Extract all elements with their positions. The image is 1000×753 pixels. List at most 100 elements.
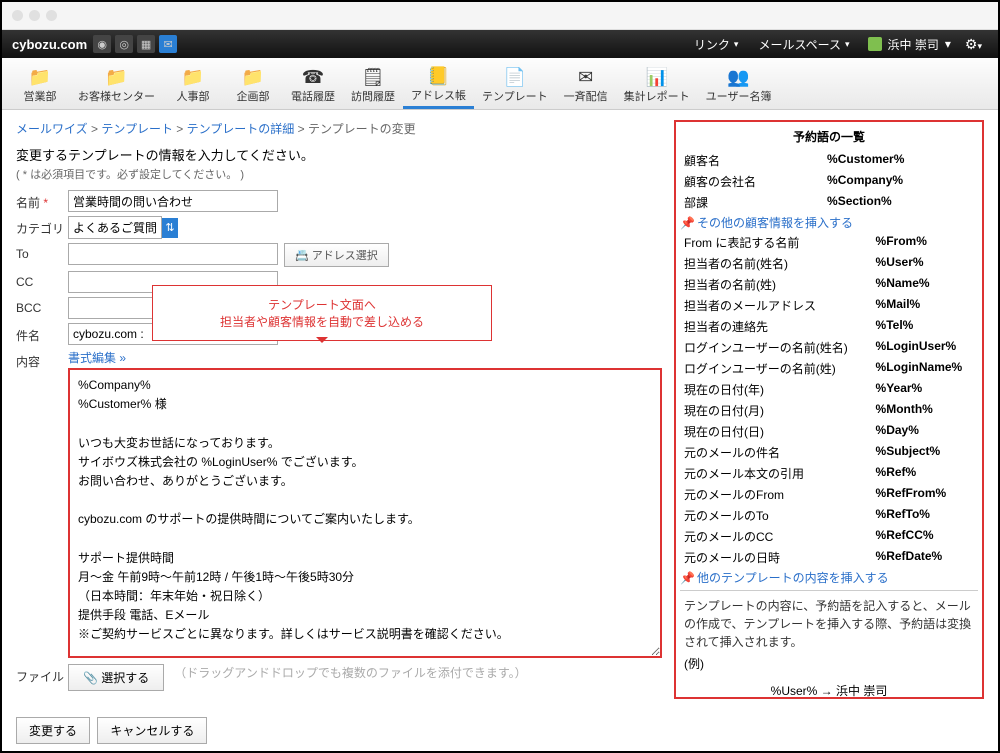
format-edit-link[interactable]: 書式編集 »: [68, 351, 126, 365]
apps-icon[interactable]: ▦: [137, 35, 155, 53]
menu-mailspace[interactable]: メールスペース▾: [748, 36, 859, 53]
reserved-title: 予約語の一覧: [680, 124, 978, 149]
reserved-value: %Customer%: [825, 151, 976, 170]
max-dot[interactable]: [46, 10, 57, 21]
tab-label: 電話履歴: [291, 88, 335, 104]
label-name: 名前 *: [16, 190, 68, 211]
tab-9[interactable]: 📊集計レポート: [616, 62, 698, 109]
required-note: ( * は必須項目です。必ず設定してください。 ): [16, 166, 662, 182]
reserved-row: ログインユーザーの名前(姓)%LoginName%: [682, 359, 976, 378]
reserved-value: %LoginUser%: [874, 338, 976, 357]
label-to: To: [16, 243, 68, 261]
example-label: (例): [680, 651, 978, 676]
tab-label: 営業部: [24, 88, 57, 104]
tab-icon: ✉: [572, 66, 600, 88]
tab-4[interactable]: ☎電話履歴: [283, 62, 343, 109]
user-menu[interactable]: 浜中 崇司 ▾: [860, 36, 959, 53]
mail-icon[interactable]: ✉: [159, 35, 177, 53]
callout-line2: 担当者や顧客情報を自動で差し込める: [167, 313, 477, 330]
reserved-value: %From%: [874, 233, 976, 252]
address-select-button[interactable]: 📇 アドレス選択: [284, 243, 389, 267]
reserved-value: %Year%: [874, 380, 976, 399]
pin-icon: 📌: [680, 216, 695, 230]
select-arrows-icon[interactable]: ⇅: [162, 218, 178, 238]
bc-root[interactable]: メールワイズ: [16, 122, 88, 136]
reserved-key: ログインユーザーの名前(姓): [682, 359, 872, 378]
reserved-key: 現在の日付(年): [682, 380, 872, 399]
tab-3[interactable]: 📁企画部: [223, 62, 283, 109]
reserved-row: 現在の日付(月)%Month%: [682, 401, 976, 420]
reserved-key: 担当者の名前(姓名): [682, 254, 872, 273]
min-dot[interactable]: [29, 10, 40, 21]
reserved-value: %RefCC%: [874, 527, 976, 546]
tab-icon: 📁: [179, 66, 207, 88]
tab-0[interactable]: 📁営業部: [10, 62, 70, 109]
to-input[interactable]: [68, 243, 278, 265]
reserved-key: 顧客名: [682, 151, 823, 170]
tab-icon: 📁: [26, 66, 54, 88]
reserved-value: %Mail%: [874, 296, 976, 315]
reserved-row: From に表記する名前%From%: [682, 233, 976, 252]
gear-icon[interactable]: ⚙▾: [959, 36, 988, 53]
reserved-row: 顧客名%Customer%: [682, 151, 976, 170]
tab-icon: ☎: [299, 66, 327, 88]
reserved-value: %RefFrom%: [874, 485, 976, 504]
tab-icon: 📁: [239, 66, 267, 88]
tab-6[interactable]: 📒アドレス帳: [403, 62, 474, 109]
reserved-row: 現在の日付(年)%Year%: [682, 380, 976, 399]
brand: cybozu.com: [12, 37, 87, 52]
body-textarea[interactable]: %Company% %Customer% 様 いつも大変お世話になっております。…: [68, 368, 662, 658]
name-input[interactable]: [68, 190, 278, 212]
reserved-value: %Company%: [825, 172, 976, 191]
reserved-row: 担当者の連絡先%Tel%: [682, 317, 976, 336]
file-select-button[interactable]: 📎 選択する: [68, 664, 164, 691]
app-window: cybozu.com ◉ ◎ ▦ ✉ リンク▾ メールスペース▾ 浜中 崇司 ▾…: [0, 0, 1000, 753]
tab-label: 企画部: [237, 88, 270, 104]
reserved-value: %RefTo%: [874, 506, 976, 525]
insert-template-link[interactable]: 📌他のテンプレートの内容を挿入する: [680, 569, 978, 586]
reserved-key: 現在の日付(月): [682, 401, 872, 420]
tab-5[interactable]: 🗒訪問履歴: [343, 62, 403, 109]
mac-titlebar: [2, 2, 998, 30]
reserved-row: 元のメールの日時%RefDate%: [682, 548, 976, 567]
reserved-key: 顧客の会社名: [682, 172, 823, 191]
bc-current: テンプレートの変更: [308, 122, 416, 136]
tab-8[interactable]: ✉一斉配信: [556, 62, 616, 109]
reserved-row: 元のメールのTo%RefTo%: [682, 506, 976, 525]
breadcrumb: メールワイズ > テンプレート > テンプレートの詳細 > テンプレートの変更: [16, 120, 662, 137]
tab-label: テンプレート: [482, 88, 548, 104]
tab-icon: 🗒: [359, 66, 387, 88]
tab-1[interactable]: 📁お客様センター: [70, 62, 163, 109]
reserved-key: 担当者の連絡先: [682, 317, 872, 336]
menu-link[interactable]: リンク▾: [684, 36, 749, 53]
reserved-value: %Subject%: [874, 443, 976, 462]
bc-detail[interactable]: テンプレートの詳細: [187, 122, 295, 136]
label-cc: CC: [16, 271, 68, 289]
reserved-key: 元のメールのCC: [682, 527, 872, 546]
globe-icon[interactable]: ◉: [93, 35, 111, 53]
reserved-key: ログインユーザーの名前(姓名): [682, 338, 872, 357]
top-nav: cybozu.com ◉ ◎ ▦ ✉ リンク▾ メールスペース▾ 浜中 崇司 ▾…: [2, 30, 998, 58]
tab-7[interactable]: 📄テンプレート: [474, 62, 556, 109]
reserved-key: 担当者のメールアドレス: [682, 296, 872, 315]
reserved-value: %Ref%: [874, 464, 976, 483]
callout-line1: テンプレート文面へ: [167, 296, 477, 313]
tab-icon: 👥: [725, 66, 753, 88]
save-button[interactable]: 変更する: [16, 717, 90, 744]
tab-10[interactable]: 👥ユーザー名簿: [698, 62, 780, 109]
insert-customer-link[interactable]: 📌その他の顧客情報を挿入する: [680, 214, 978, 231]
target-icon[interactable]: ◎: [115, 35, 133, 53]
close-dot[interactable]: [12, 10, 23, 21]
tab-icon: 📊: [643, 66, 671, 88]
cancel-button[interactable]: キャンセルする: [97, 717, 207, 744]
tab-bar: 📁営業部📁お客様センター📁人事部📁企画部☎電話履歴🗒訪問履歴📒アドレス帳📄テンプ…: [2, 58, 998, 110]
callout: テンプレート文面へ 担当者や顧客情報を自動で差し込める: [152, 285, 492, 341]
reserved-value: %Tel%: [874, 317, 976, 336]
file-note: （ドラッグアンドドロップでも複数のファイルを添付できます。）: [174, 664, 526, 681]
reserved-value: %Month%: [874, 401, 976, 420]
category-select[interactable]: よくあるご質問: [68, 216, 162, 239]
reserved-row: 元のメールのFrom%RefFrom%: [682, 485, 976, 504]
bc-templates[interactable]: テンプレート: [101, 122, 173, 136]
label-category: カテゴリ: [16, 216, 68, 237]
tab-2[interactable]: 📁人事部: [163, 62, 223, 109]
